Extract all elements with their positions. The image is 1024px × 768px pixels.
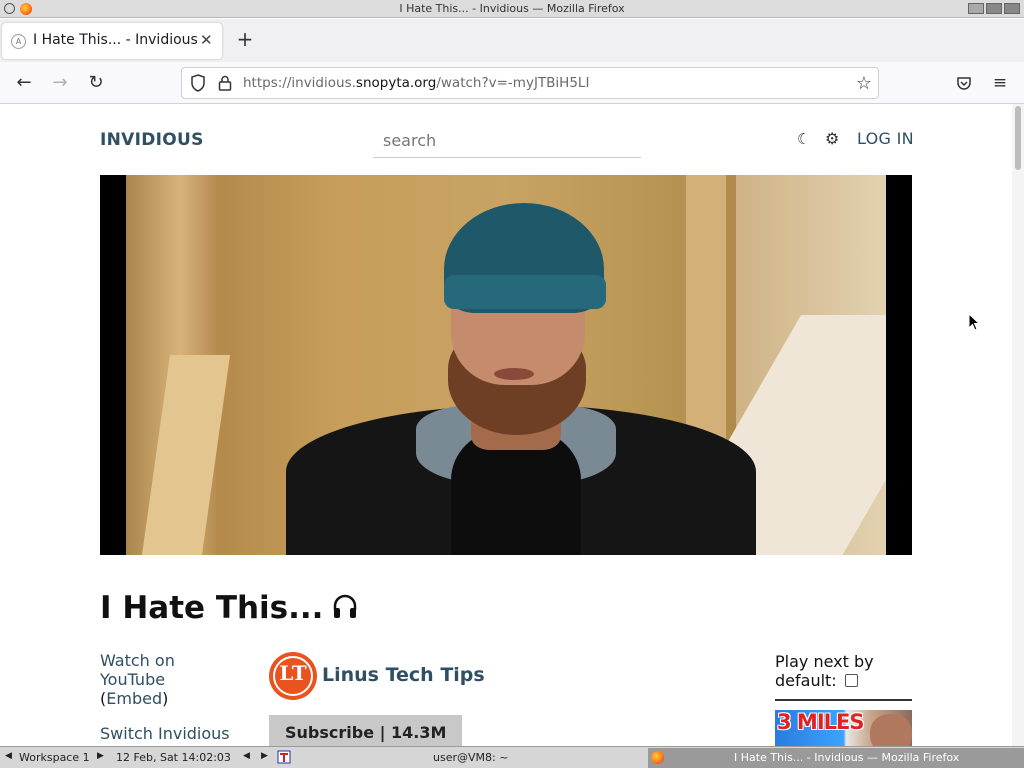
tab-strip: A I Hate This... - Invidious ✕ + [0, 19, 1024, 62]
dark-mode-icon[interactable]: ☾ [797, 130, 810, 148]
url-host: snopyta.org [355, 75, 437, 91]
embed-link[interactable]: Embed [106, 689, 162, 708]
sidebar-divider [775, 699, 912, 701]
url-text: https://invidious.snopyta.org/watch?v=-m… [243, 75, 589, 91]
lock-icon[interactable] [218, 75, 232, 91]
tab-invidious[interactable]: A I Hate This... - Invidious ✕ [2, 23, 222, 59]
search-input[interactable] [373, 124, 641, 158]
tab-title: I Hate This... - Invidious [33, 32, 198, 48]
forward-button[interactable]: → [48, 71, 72, 95]
workspace-next-icon[interactable]: ▶ [97, 751, 104, 761]
preferences-gear-icon[interactable]: ⚙ [825, 129, 839, 148]
video-title: I Hate This... [100, 590, 359, 626]
page-scrollbar[interactable] [1012, 104, 1024, 746]
firefox-task-icon [651, 751, 664, 764]
bookmark-star-icon[interactable]: ☆ [856, 73, 872, 94]
back-button[interactable]: ← [12, 71, 36, 95]
close-window-button[interactable] [1004, 3, 1020, 14]
channel-logo-text: LT [279, 661, 307, 685]
video-title-text: I Hate This... [100, 590, 324, 626]
channel-avatar[interactable]: LT [269, 652, 317, 700]
close-tab-icon[interactable]: ✕ [200, 31, 213, 49]
url-bar[interactable]: https://invidious.snopyta.org/watch?v=-m… [181, 67, 879, 99]
terminal-app-icon[interactable] [277, 750, 291, 764]
window-titlebar: I Hate This... - Invidious — Mozilla Fir… [0, 0, 1024, 18]
window-title: I Hate This... - Invidious — Mozilla Fir… [399, 2, 625, 15]
tray-prev-icon[interactable]: ◀ [243, 751, 250, 761]
video-frame [126, 175, 886, 555]
login-link[interactable]: LOG IN [857, 129, 914, 148]
play-next-checkbox[interactable] [844, 674, 858, 687]
workspace-label[interactable]: Workspace 1 [19, 751, 90, 764]
hamburger-menu-icon[interactable]: ≡ [988, 71, 1012, 95]
tray-next-icon[interactable]: ▶ [261, 751, 268, 761]
subscribe-button[interactable]: Subscribe | 14.3M [269, 715, 462, 746]
switch-invidious-link[interactable]: Switch Invidious [100, 724, 230, 743]
invidious-favicon-icon: A [11, 34, 26, 49]
mouse-cursor-icon [968, 313, 980, 331]
reload-button[interactable]: ↻ [84, 71, 108, 95]
channel-name-link[interactable]: Linus Tech Tips [322, 664, 485, 686]
tracking-shield-icon[interactable] [190, 74, 206, 92]
watch-on-youtube-link[interactable]: Watch on YouTube [100, 651, 175, 689]
url-prefix: https://invidious. [243, 75, 356, 91]
window-controls [968, 3, 1020, 14]
recommended-video-thumbnail[interactable]: 3 MILES [775, 710, 912, 746]
url-path: /watch?v=-myJTBiH5LI [436, 75, 590, 91]
firefox-task[interactable]: I Hate This... - Invidious — Mozilla Fir… [648, 748, 1024, 768]
firefox-task-title: I Hate This... - Invidious — Mozilla Fir… [734, 751, 960, 764]
minimize-button[interactable] [968, 3, 984, 14]
play-next-label: Play next by default: [775, 652, 874, 690]
watch-links: Watch on YouTube (Embed) [100, 651, 175, 708]
audio-mode-headphones-icon[interactable] [331, 592, 359, 620]
terminal-task[interactable]: user@VM8: ~ [433, 751, 508, 764]
scrollbar-thumb[interactable] [1015, 106, 1021, 170]
taskbar: ◀ Workspace 1 ▶ 12 Feb, Sat 14:02:03 ◀ ▶… [0, 746, 1024, 768]
maximize-button[interactable] [986, 3, 1002, 14]
page-content: INVIDIOUS ☾ ⚙ LOG IN I Hate This... Watc… [0, 104, 1012, 746]
new-tab-button[interactable]: + [234, 28, 256, 50]
invidious-logo[interactable]: INVIDIOUS [100, 130, 204, 150]
navigation-toolbar: ← → ↻ https://invidious.snopyta.org/watc… [0, 62, 1024, 104]
play-next-toggle: Play next by default: [775, 652, 912, 690]
pocket-icon[interactable] [952, 71, 976, 95]
thumbnail-text: 3 MILES [777, 710, 864, 734]
video-player[interactable] [100, 175, 912, 555]
workspace-prev-icon[interactable]: ◀ [5, 751, 12, 761]
clock: 12 Feb, Sat 14:02:03 [116, 751, 231, 764]
